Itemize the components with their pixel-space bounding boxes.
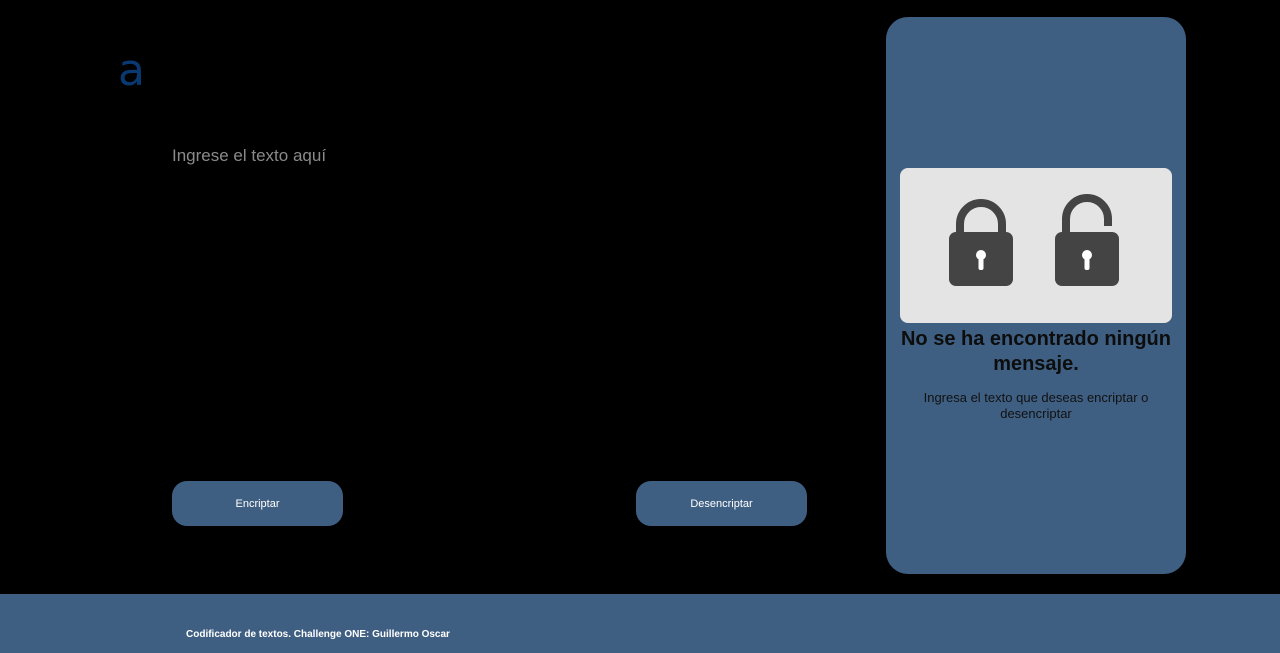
app-root: a Encriptar Desencriptar No se ha encont… xyxy=(0,0,1280,653)
lock-open-icon xyxy=(1055,194,1119,286)
footer-credit: Codificador de textos. Challenge ONE: Gu… xyxy=(186,629,450,640)
logo: a xyxy=(118,45,145,96)
encrypt-button[interactable]: Encriptar xyxy=(172,481,343,526)
output-panel: No se ha encontrado ningún mensaje. Ingr… xyxy=(886,17,1186,574)
footer: Codificador de textos. Challenge ONE: Gu… xyxy=(0,594,1280,653)
message-input[interactable] xyxy=(172,142,812,442)
empty-state-description: Ingresa el texto que deseas encriptar o … xyxy=(923,390,1149,421)
empty-state-illustration xyxy=(900,168,1172,323)
lock-closed-icon xyxy=(949,199,1013,286)
empty-state-title: No se ha encontrado ningún mensaje. xyxy=(900,328,1171,375)
decrypt-button[interactable]: Desencriptar xyxy=(636,481,807,526)
